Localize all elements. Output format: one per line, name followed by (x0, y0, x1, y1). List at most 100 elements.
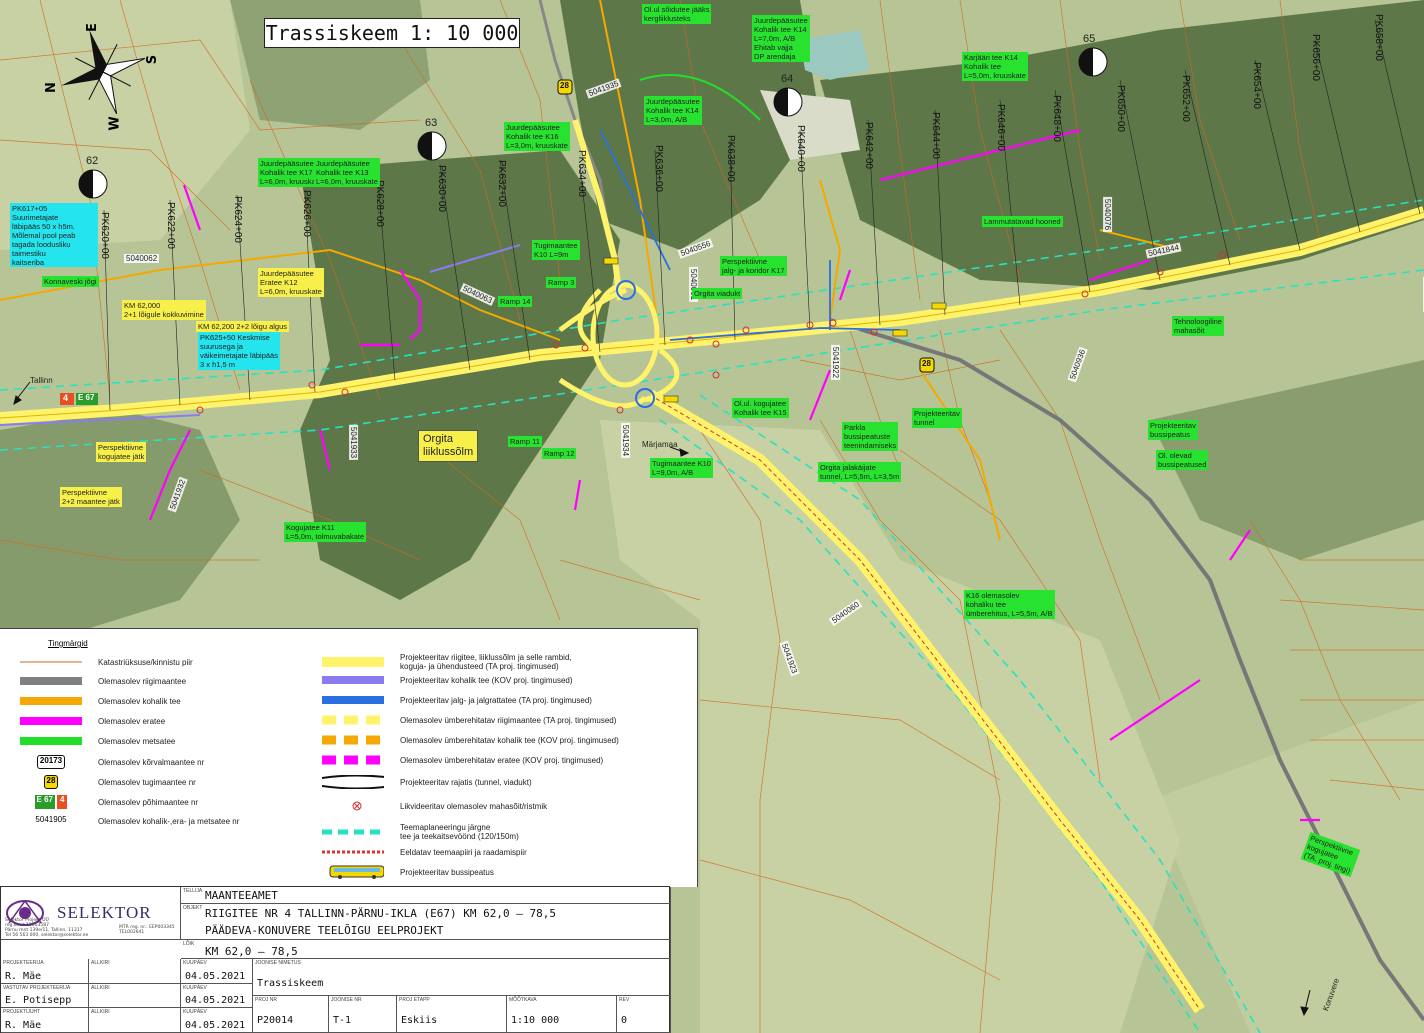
label-perspektiivne-kogujatee: Perspektiivne kogujatee jätk (96, 442, 147, 462)
label-k14: Juurdepääsutee Kohalik tee K14 L=3,0m, A… (644, 96, 702, 125)
legend-text: Likvideeritav olemasolev mahasõit/ristmi… (400, 801, 548, 811)
legend-item: E 67 4 Olemasolev põhimaantee nr (20, 795, 198, 809)
road-number: 5040076 (1103, 196, 1113, 233)
allkiri-cell: ALLKIRI (89, 959, 181, 984)
label-k13: Juurdepääsutee Kohalik tee K13 L=6,0m, k… (314, 158, 380, 187)
label-perspektiivne-2p2: Perspektiivne 2+2 maantee jätk (60, 487, 122, 507)
label-ol-olevad: Ol. olevad bussipeatused (1156, 450, 1209, 470)
legend-item: Likvideeritav olemasolev mahasõit/ristmi… (322, 801, 547, 811)
allkiri3-cell: ALLKIRI (89, 1008, 181, 1033)
loik-cell: LÕIK KM 62,0 – 78,5 (181, 940, 671, 959)
legend-item: Olemasolev kohalik tee (20, 696, 181, 706)
route-28-shield-text-2: 28 (922, 359, 931, 368)
label-orgita-liiklussolm: Orgita liiklussõlm (418, 430, 479, 462)
vastutav-value: E. Potisepp (5, 995, 72, 1006)
legend-symbol (322, 696, 384, 704)
label-konnaveski: Konnaveski jõgi (42, 276, 99, 287)
legend-text: Katastriüksuse/kinnistu piir (98, 657, 193, 667)
objekt-cell: OBJEKT RIIGITEE NR 4 TALLINN-PÄRNU-IKLA (… (181, 904, 671, 940)
label-olul: Ol.ul sõidutee jääks kergliiklusteks (642, 4, 712, 24)
pk-label: PK624+00 (232, 196, 243, 243)
sheet-number-65: 65 (1083, 33, 1096, 45)
label-kogujatee-k11: Kogujatee K11 L=5,0m, tolmuvabakate (284, 522, 367, 542)
road-number: 5041934 (621, 422, 631, 459)
legend-symbol (322, 657, 384, 667)
objekt-value-1: RIIGITEE NR 4 TALLINN-PÄRNU-IKLA (E67) K… (205, 907, 556, 920)
label-parkla: Parkla bussipeatuste teenindamiseks (842, 422, 899, 451)
pk-label: PK648+00 (1051, 95, 1062, 142)
rev-cell: REV 0 (617, 996, 671, 1033)
legend-symbol (322, 829, 384, 835)
label-tehnoloogiline: Tehnoloogiline mahasõit (1172, 316, 1224, 336)
legend-symbol (20, 737, 82, 745)
legend-symbol (322, 735, 384, 745)
pk-label: PK632+00 (496, 160, 507, 207)
label-tugimaantee: Tugimaantee K10 L=9m (532, 240, 580, 260)
proj-nr-cell: PROJ NR P20014 (253, 996, 329, 1033)
legend-text: Olemasolev tugimaantee nr (98, 777, 196, 787)
pk-label: PK640+00 (795, 125, 806, 172)
legend-symbol (322, 676, 384, 684)
objekt-value-2: PÄÄDEVA-KONUVERE TEELÕIGU EELPROJEKT (205, 924, 444, 937)
legend-text: Eeldatav teemaapiiri ja raadamispiir (400, 847, 527, 857)
label-olul-kogujatee: Ol.ul. kogujatee Kohalik tee K15 (732, 398, 789, 418)
legend-text: Olemasolev eratee (98, 716, 166, 726)
legend-symbol (322, 850, 384, 854)
tellija-value: MAANTEEAMET (205, 889, 278, 902)
pk-label: PK656+00 (1310, 34, 1321, 81)
compass-w: W (107, 116, 123, 131)
projektijuht-cell: PROJEKTIJUHT R. Mäe (1, 1008, 89, 1033)
pk-label: PK626+00 (301, 190, 312, 237)
legend-symbol (20, 697, 82, 705)
road-number: 5041922 (831, 344, 841, 381)
legend-symbol (322, 775, 384, 789)
label-ramp12: Ramp 12 (542, 448, 577, 459)
label-orgita-viadukt: Orgita viadukt (692, 288, 743, 299)
proj-etapp-cell: PROJ ETAPP Eskiis (397, 996, 507, 1033)
label-lammutatavad: Lammutatavad hooned (982, 216, 1063, 227)
pk-label: PK634+00 (576, 150, 587, 197)
pk-label: PK658+00 (1373, 14, 1384, 61)
label-km62000: KM 62,000 2+1 lõigule kokkuvimine (122, 300, 206, 320)
label-projekteeritav-bussipeatus: Projekteeritav bussipeatus (1148, 420, 1198, 440)
legend-header: Tingmärgid (48, 639, 88, 648)
legend-item: Olemasolev riigimaantee (20, 676, 186, 686)
label-karjaari: Karjääri tee K14 Kohalik tee L=5,0m, kru… (962, 52, 1028, 81)
moodkava-cell: MÕÕTKAVA 1:10 000 (507, 996, 617, 1033)
joonise-nimetus-value: Trassiskeem (257, 978, 324, 989)
sheet-number-64: 64 (781, 73, 794, 85)
legend-item: Projekteeritav kohalik tee (KOV proj. ti… (322, 675, 573, 685)
pk-label: PK644+00 (930, 112, 941, 159)
legend-item: Projekteeritav jalg- ja jalgrattatee (TA… (322, 695, 592, 705)
date3-value: 04.05.2021 (185, 1020, 246, 1031)
label-ramp14: Ramp 14 (498, 296, 533, 307)
legend-symbol (20, 661, 82, 663)
pk-label: PK622+00 (165, 202, 176, 249)
allkiri2-cell: ALLKIRI (89, 984, 181, 1008)
legend-symbol: 5041905 (35, 815, 67, 824)
legend-text: Olemasolev ümberehitatav eratee (KOV pro… (400, 755, 604, 765)
projekteerija-cell: PROJEKTEERIJA R. Mäe (1, 959, 89, 984)
legend-text: Projekteeritav jalg- ja jalgrattatee (TA… (400, 695, 592, 705)
sheet-number-62: 62 (86, 155, 99, 167)
proj-nr-value: P20014 (257, 1015, 294, 1026)
label-k16b: Juurdepääsutee Kohalik tee K16 L=3,0m, k… (504, 122, 570, 151)
legend-symbol (322, 755, 384, 765)
legend-panel: Tingmärgid Katastriüksuse/kinnistu piir … (0, 628, 698, 887)
date1-value: 04.05.2021 (185, 971, 246, 982)
date1-cell: KUUPÄEV 04.05.2021 (181, 959, 253, 984)
legend-symbol: E 67 4 (20, 795, 82, 809)
pk-label: PK646+00 (995, 104, 1006, 151)
pk-label: PK620+00 (99, 212, 110, 259)
date3-cell: KUUPÄEV 04.05.2021 (181, 1008, 253, 1033)
legend-text: Projekteeritav rajatis (tunnel, viadukt) (400, 777, 532, 787)
compass-e: E (84, 23, 100, 32)
loik-value: KM 62,0 – 78,5 (205, 945, 298, 958)
legend-text: Olemasolev kohalik-,era- ja metsatee nr (98, 816, 240, 826)
label-ramp11: Ramp 11 (508, 436, 542, 447)
direction-marjamaa: Märjamaa (642, 440, 678, 449)
road-number: 5040062 (124, 254, 160, 263)
joonise-nimetus-cell: JOONISE NIMETUS Trassiskeem (253, 959, 671, 996)
legend-item: 5041905 Olemasolev kohalik-,era- ja metsa… (20, 815, 239, 827)
compass-n: N (43, 82, 59, 93)
